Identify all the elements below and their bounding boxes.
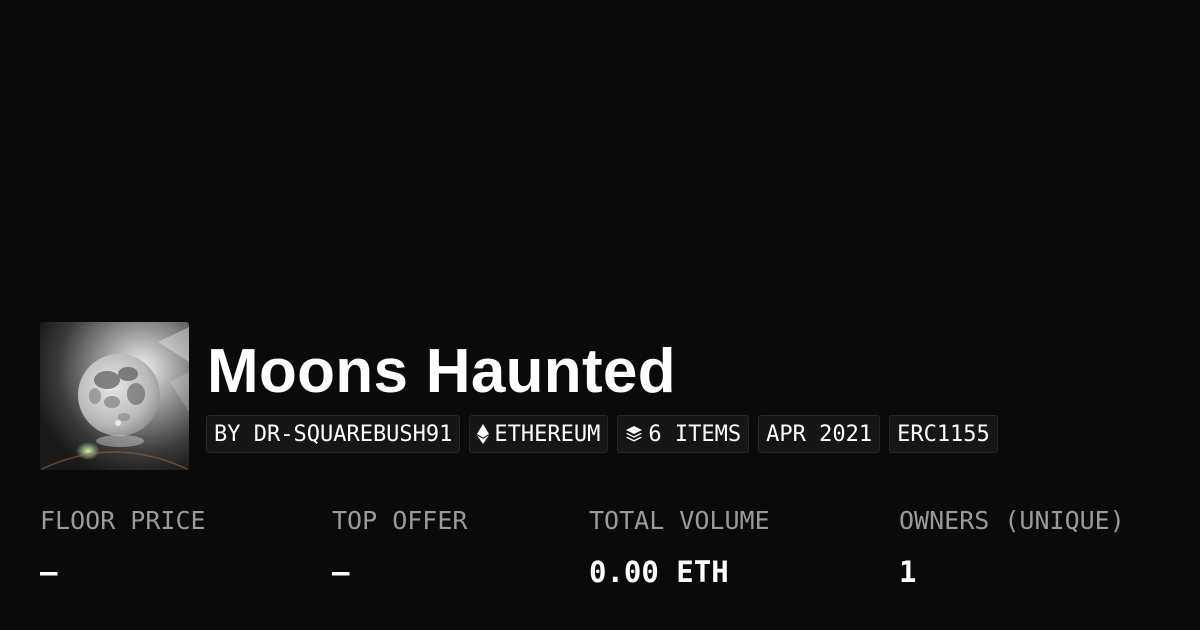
top-offer-label: TOP OFFER <box>332 506 468 535</box>
owners-label: OWNERS (UNIQUE) <box>899 506 1125 535</box>
total-volume-label: TOTAL VOLUME <box>589 506 770 535</box>
collection-tags: BY DR-SQUAREBUSH91 ETHEREUM 6 ITEMS APR … <box>206 415 998 453</box>
floor-price-label: FLOOR PRICE <box>40 506 206 535</box>
stat-floor-price: FLOOR PRICE — <box>40 505 206 590</box>
full-moon-image <box>40 322 189 470</box>
chain-tag[interactable]: ETHEREUM <box>469 415 609 453</box>
creator-label: BY DR-SQUAREBUSH91 <box>214 421 453 447</box>
total-volume-value: 0.00 ETH <box>589 555 729 589</box>
items-tag[interactable]: 6 ITEMS <box>617 415 750 453</box>
date-tag: APR 2021 <box>758 415 881 453</box>
creator-tag[interactable]: BY DR-SQUAREBUSH91 <box>206 415 461 453</box>
stat-total-volume: TOTAL VOLUME 0.00 ETH <box>589 505 770 590</box>
layers-icon <box>625 425 643 443</box>
owners-value: 1 <box>899 555 917 589</box>
top-offer-value: — <box>332 555 350 589</box>
collection-title: Moons Haunted <box>207 337 676 406</box>
date-label: APR 2021 <box>766 421 873 447</box>
floor-price-value: — <box>40 555 58 589</box>
items-label: 6 ITEMS <box>648 421 742 447</box>
stat-top-offer: TOP OFFER — <box>332 505 467 590</box>
chain-label: ETHEREUM <box>494 421 601 447</box>
collection-avatar <box>40 322 189 470</box>
standard-label: ERC1155 <box>897 421 990 447</box>
stat-owners: OWNERS (UNIQUE) 1 <box>899 505 1125 590</box>
standard-tag: ERC1155 <box>889 415 998 453</box>
ethereum-icon <box>477 424 490 444</box>
